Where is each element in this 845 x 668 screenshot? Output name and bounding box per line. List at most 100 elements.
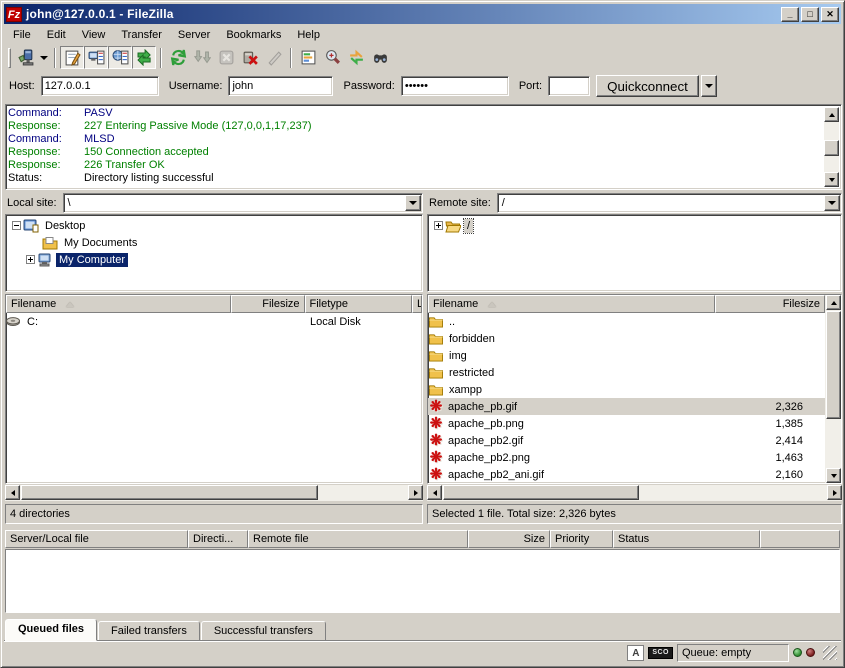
column-label: Status	[618, 533, 649, 545]
scroll-down-button[interactable]	[824, 172, 839, 187]
scrollbar-thumb[interactable]	[21, 485, 318, 500]
quickconnect-dropdown[interactable]	[701, 75, 717, 97]
cancel-button[interactable]	[214, 46, 238, 69]
tab-failed-transfers[interactable]: Failed transfers	[98, 621, 200, 641]
scroll-right-button[interactable]	[408, 485, 423, 500]
toggle-remote-tree-button[interactable]	[108, 46, 132, 69]
remote-file-row[interactable]: ..	[428, 313, 825, 330]
remote-file-row-selected[interactable]: ❋ apache_pb.gif 2,326	[428, 398, 825, 415]
column-header-remote-file[interactable]: Remote file	[248, 530, 468, 548]
remote-site-dropdown-button[interactable]	[824, 195, 840, 211]
file-name: apache_pb2.gif	[446, 435, 523, 447]
scroll-right-button[interactable]	[827, 485, 842, 500]
toggle-transfer-queue-button[interactable]	[132, 46, 156, 69]
chevron-down-icon	[828, 201, 836, 205]
directory-comparison-button[interactable]	[320, 46, 344, 69]
resize-grip[interactable]	[823, 646, 837, 660]
remote-list-hscrollbar[interactable]	[427, 485, 842, 501]
menu-bookmarks[interactable]: Bookmarks	[218, 27, 289, 43]
find-files-button[interactable]	[368, 46, 392, 69]
remote-file-row[interactable]: ❋ apache_pb2.gif 2,414	[428, 432, 825, 449]
tab-successful-transfers[interactable]: Successful transfers	[201, 621, 326, 641]
refresh-button[interactable]	[166, 46, 190, 69]
tree-item-my-documents[interactable]: My Documents	[8, 234, 420, 251]
data-type-indicator-icon[interactable]: A	[627, 645, 644, 661]
menu-view[interactable]: View	[74, 27, 114, 43]
remote-file-row[interactable]: ❋ apache_pb2_ani.gif 2,160	[428, 466, 825, 483]
tree-item-desktop[interactable]: Desktop	[8, 217, 420, 234]
menu-help[interactable]: Help	[289, 27, 328, 43]
close-button[interactable]: ✕	[821, 7, 839, 22]
remote-file-row[interactable]: xampp	[428, 381, 825, 398]
scroll-down-button[interactable]	[826, 468, 841, 483]
port-input[interactable]	[548, 76, 590, 96]
remote-file-row[interactable]: restricted	[428, 364, 825, 381]
tree-item-label: My Computer	[56, 253, 128, 267]
host-input[interactable]	[41, 76, 159, 96]
tab-queued-files[interactable]: Queued files	[5, 619, 97, 641]
column-header-last-modified[interactable]: L	[412, 295, 422, 313]
column-header-status[interactable]: Status	[613, 530, 760, 548]
remote-file-row[interactable]: ❋ apache_pb2.png 1,463	[428, 449, 825, 466]
site-manager-button[interactable]	[14, 46, 38, 69]
tree-item-my-computer[interactable]: My Computer	[8, 251, 420, 268]
column-header-filetype[interactable]: Filetype	[305, 295, 412, 313]
quickconnect-button[interactable]: Quickconnect	[596, 75, 699, 97]
disconnect-icon	[242, 49, 259, 66]
collapse-icon[interactable]	[12, 221, 21, 230]
column-header-direction[interactable]: Directi...	[188, 530, 248, 548]
column-header-server-local-file[interactable]: Server/Local file	[5, 530, 188, 548]
maximize-button[interactable]: □	[801, 7, 819, 22]
column-header-filesize[interactable]: Filesize	[715, 295, 825, 313]
log-scrollbar[interactable]	[824, 107, 839, 187]
expand-icon[interactable]	[26, 255, 35, 264]
menu-transfer[interactable]: Transfer	[113, 27, 170, 43]
remote-site-combobox[interactable]: /	[497, 193, 842, 213]
menu-edit[interactable]: Edit	[39, 27, 74, 43]
site-manager-dropdown[interactable]	[38, 46, 50, 69]
image-file-icon: ❋	[428, 451, 444, 464]
titlebar[interactable]: Fz john@127.0.0.1 - FileZilla _ □ ✕	[4, 4, 841, 24]
column-header-filesize[interactable]: Filesize	[231, 295, 305, 313]
scroll-left-button[interactable]	[5, 485, 20, 500]
scrollbar-thumb[interactable]	[826, 311, 841, 419]
scrollbar-thumb[interactable]	[824, 140, 839, 156]
synchronized-browsing-button[interactable]	[344, 46, 368, 69]
speed-limit-indicator-icon[interactable]: SCO	[648, 647, 673, 659]
scrollbar-thumb[interactable]	[443, 485, 639, 500]
password-input[interactable]	[401, 76, 509, 96]
disconnect-button[interactable]	[238, 46, 262, 69]
remote-file-row[interactable]: forbidden	[428, 330, 825, 347]
queue-body[interactable]	[5, 549, 840, 613]
column-header-priority[interactable]: Priority	[550, 530, 613, 548]
reconnect-button[interactable]	[262, 46, 286, 69]
local-list-hscrollbar[interactable]	[5, 485, 423, 501]
column-header-empty[interactable]	[760, 530, 840, 548]
column-header-filename[interactable]: Filename	[6, 295, 231, 313]
filter-button[interactable]	[296, 46, 320, 69]
menu-file[interactable]: File	[5, 27, 39, 43]
local-file-row[interactable]: C: Local Disk	[6, 313, 422, 330]
file-name: forbidden	[447, 333, 495, 345]
toggle-local-tree-button[interactable]	[84, 46, 108, 69]
minimize-button[interactable]: _	[781, 7, 799, 22]
tree-item-root[interactable]: /	[430, 217, 839, 234]
remote-file-row[interactable]: ❋ apache_pb.png 1,385	[428, 415, 825, 432]
expand-icon[interactable]	[434, 221, 443, 230]
column-header-filename[interactable]: Filename	[428, 295, 715, 313]
remote-list-scrollbar[interactable]	[825, 295, 841, 483]
log-text: 227 Entering Passive Mode (127,0,0,1,17,…	[84, 120, 311, 133]
toolbar-grip[interactable]	[8, 48, 11, 68]
username-input[interactable]	[228, 76, 333, 96]
local-site-combobox[interactable]: \	[63, 193, 423, 213]
column-header-size[interactable]: Size	[468, 530, 550, 548]
local-site-dropdown-button[interactable]	[405, 195, 421, 211]
scroll-up-button[interactable]	[824, 107, 839, 122]
scroll-up-button[interactable]	[826, 295, 841, 310]
menu-server[interactable]: Server	[170, 27, 218, 43]
toggle-message-log-button[interactable]	[60, 46, 84, 69]
remote-file-row[interactable]: img	[428, 347, 825, 364]
triangle-up-icon	[831, 301, 837, 305]
scroll-left-button[interactable]	[427, 485, 442, 500]
process-queue-button[interactable]	[190, 46, 214, 69]
